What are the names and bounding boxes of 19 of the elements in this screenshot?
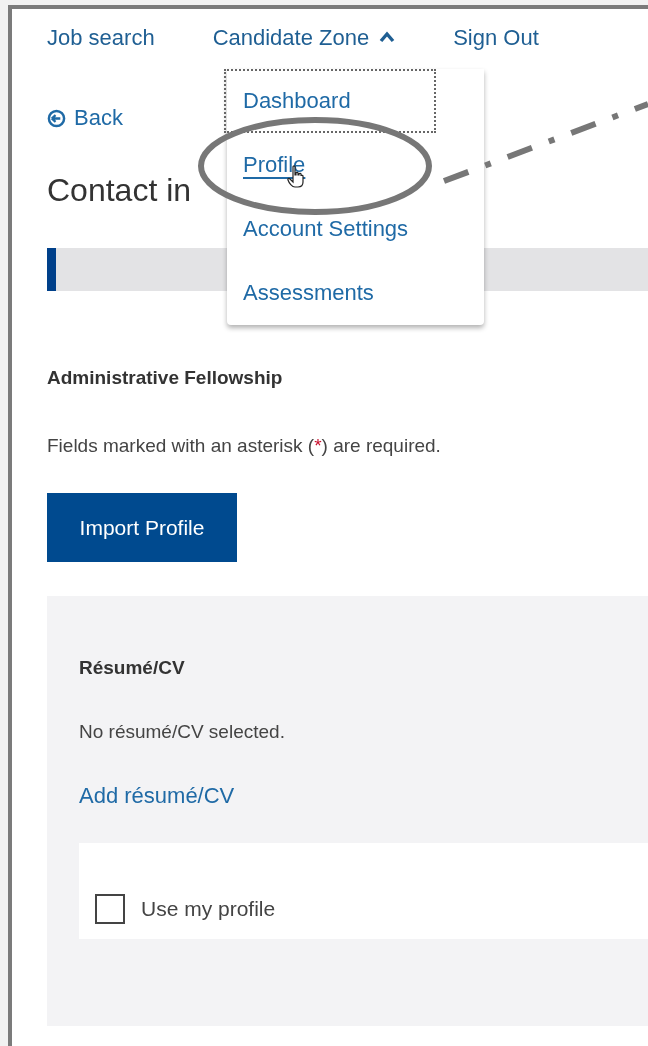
nav-link[interactable]: Job search <box>47 25 155 51</box>
back-icon <box>47 108 66 128</box>
menu-item[interactable]: Profile <box>227 133 484 197</box>
job-title: Administrative Fellowship <box>47 367 284 389</box>
menu-item[interactable]: Dashboard <box>224 69 436 133</box>
add-resume-link[interactable]: Add résumé/CV <box>79 785 235 807</box>
nav-link[interactable]: Sign Out <box>453 25 539 51</box>
checkbox[interactable] <box>95 894 125 924</box>
menu-item[interactable]: Account Settings <box>227 197 484 261</box>
page-heading: Contact in <box>47 171 192 209</box>
caret-icon <box>379 31 396 43</box>
status-text: No résumé/CV selected. <box>79 721 286 743</box>
required-note: Fields marked with an asterisk (*) are required. <box>47 435 442 457</box>
menu-item[interactable]: Assessments <box>227 261 484 325</box>
nav-menu-link[interactable]: Candidate Zone <box>212 25 396 51</box>
back-link[interactable]: Back <box>74 105 123 131</box>
section-title: Résumé/CV <box>79 657 186 679</box>
import-profile-button[interactable]: Import Profile <box>47 493 237 562</box>
checkbox-label: Use my profile <box>141 897 276 921</box>
